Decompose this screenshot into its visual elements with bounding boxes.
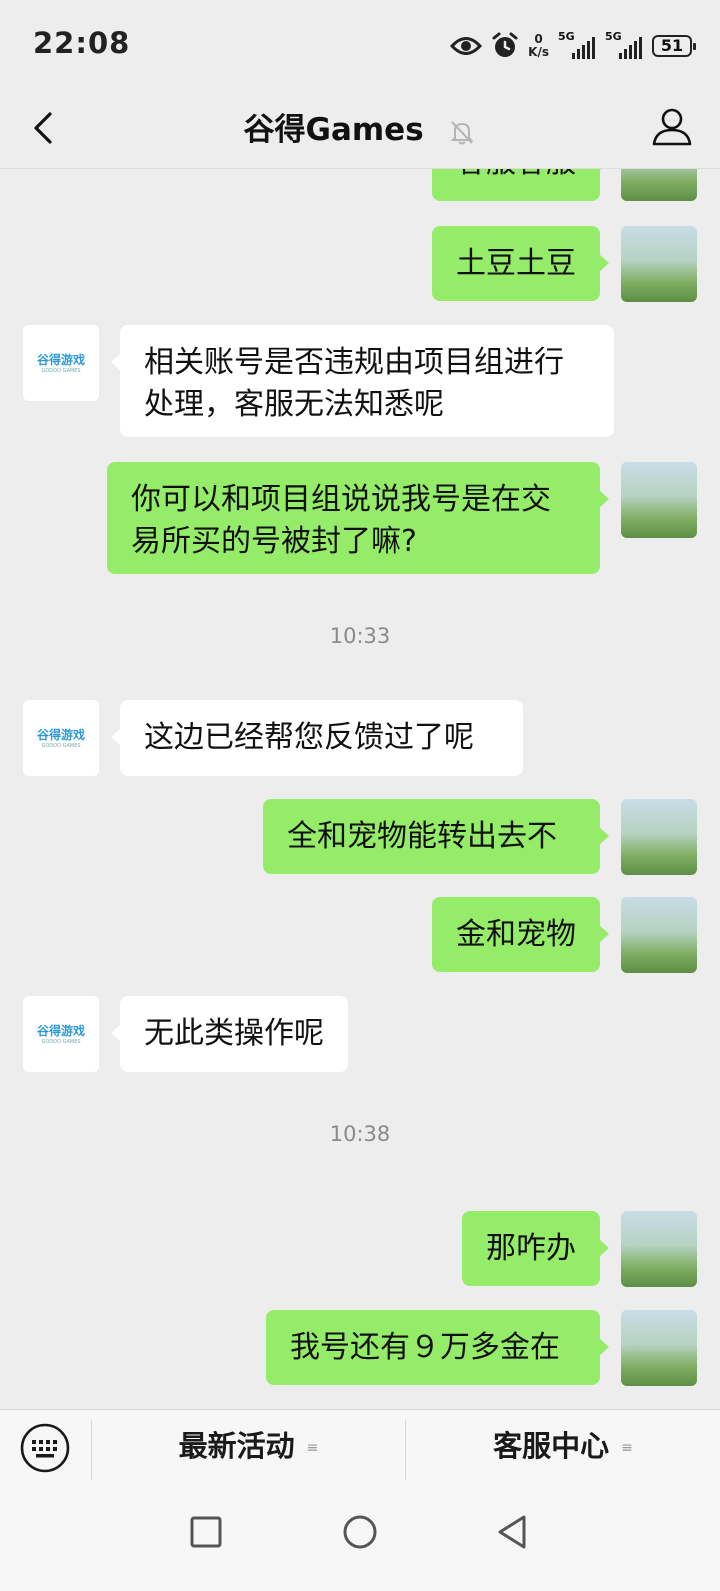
- menu-item-label: 最新活动: [178, 1429, 295, 1463]
- bot-logo-sub: GODOO GAMES: [41, 743, 81, 749]
- battery-icon: 51: [652, 35, 696, 57]
- bottom-menu-bar: 最新活动 ≡ 客服中心 ≡: [0, 1409, 720, 1483]
- bot-avatar[interactable]: 谷得游戏 GODOO GAMES: [23, 996, 99, 1072]
- bot-avatar[interactable]: 谷得游戏 GODOO GAMES: [23, 325, 99, 401]
- bot-logo-sub: GODOO GAMES: [41, 368, 81, 374]
- message-bubble-them[interactable]: 这边已经帮您反馈过了呢: [111, 700, 523, 776]
- status-time: 22:08: [33, 26, 131, 60]
- bot-logo-text: 谷得游戏: [36, 1024, 85, 1038]
- menu-item-latest-events[interactable]: 最新活动 ≡: [92, 1410, 405, 1483]
- mute-bell-icon: [451, 120, 474, 144]
- timestamp: 10:38: [329, 1122, 391, 1146]
- keyboard-icon[interactable]: [20, 1423, 70, 1473]
- signal-tag: 5G: [558, 30, 575, 43]
- profile-icon[interactable]: [650, 104, 694, 148]
- status-bar: 22:08 0 K/s 5G 5G 51: [0, 0, 720, 88]
- system-nav-bar: [0, 1482, 720, 1591]
- signal-icon: 5G: [558, 30, 596, 59]
- back-triangle-icon[interactable]: [496, 1514, 528, 1550]
- message-bubble-me[interactable]: 金和宠物: [432, 897, 609, 972]
- net-speed-unit: K/s: [528, 45, 549, 59]
- menu-item-customer-service[interactable]: 客服中心 ≡: [406, 1410, 720, 1483]
- alarm-icon: [492, 32, 518, 57]
- bot-logo-sub: GODOO GAMES: [41, 1039, 81, 1045]
- eye-icon: [450, 37, 483, 55]
- menu-lines-icon: ≡: [621, 1439, 633, 1456]
- signal-tag: 5G: [605, 30, 622, 43]
- user-avatar[interactable]: [621, 1310, 697, 1386]
- message-bubble-them[interactable]: 相关账号是否违规由项目组进行处理，客服无法知悉呢: [111, 325, 614, 437]
- chat-area[interactable]: 客服客服 土豆土豆 谷得游戏 GODOO GAMES 相关账号是否违规由项目组进…: [0, 169, 720, 1408]
- user-avatar[interactable]: [621, 462, 697, 538]
- user-avatar[interactable]: [621, 169, 697, 201]
- user-avatar[interactable]: [621, 1211, 697, 1287]
- status-icons: 0 K/s 5G 5G 51: [450, 30, 696, 62]
- home-circle-icon[interactable]: [342, 1514, 378, 1550]
- message-bubble-me[interactable]: 土豆土豆: [432, 226, 609, 301]
- user-avatar[interactable]: [621, 799, 697, 875]
- bot-logo-text: 谷得游戏: [36, 728, 85, 742]
- user-avatar[interactable]: [621, 226, 697, 302]
- message-bubble-them[interactable]: 无此类操作呢: [111, 996, 348, 1072]
- message-bubble-me[interactable]: 客服客服: [432, 169, 609, 201]
- chat-title-wrap: 谷得Games: [0, 104, 720, 149]
- signal-icon: 5G: [605, 30, 643, 59]
- message-bubble-me[interactable]: 我号还有９万多金在: [266, 1310, 609, 1385]
- bot-avatar[interactable]: 谷得游戏 GODOO GAMES: [23, 700, 99, 776]
- net-speed: 0 K/s: [528, 33, 549, 59]
- menu-item-label: 客服中心: [493, 1429, 610, 1463]
- message-bubble-me[interactable]: 全和宠物能转出去不: [263, 799, 609, 874]
- chat-title[interactable]: 谷得Games: [244, 112, 424, 148]
- chat-header: 谷得Games: [0, 88, 720, 169]
- message-bubble-me[interactable]: 你可以和项目组说说我号是在交易所买的号被封了嘛?: [107, 462, 609, 574]
- message-bubble-me[interactable]: 那咋办: [462, 1211, 609, 1286]
- recent-apps-square-icon[interactable]: [190, 1516, 222, 1548]
- bot-logo-text: 谷得游戏: [36, 353, 85, 367]
- timestamp: 10:33: [329, 624, 391, 648]
- menu-lines-icon: ≡: [306, 1439, 319, 1456]
- user-avatar[interactable]: [621, 897, 697, 973]
